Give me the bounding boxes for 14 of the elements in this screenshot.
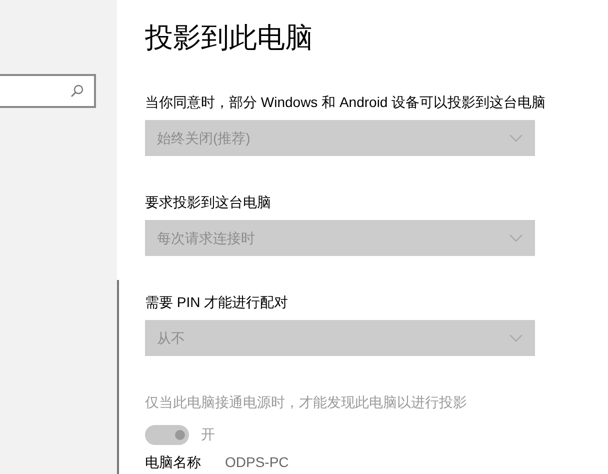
chevron-down-icon — [509, 134, 523, 142]
search-icon — [70, 84, 84, 98]
chevron-down-icon — [509, 334, 523, 342]
pc-name-label: 电脑名称 — [145, 453, 201, 471]
setting-label: 需要 PIN 才能进行配对 — [145, 293, 290, 312]
search-field[interactable] — [0, 74, 96, 108]
setting-label: 仅当此电脑接通电源时，才能发现此电脑以进行投影 — [145, 393, 468, 412]
pc-name-value: ODPS-PC — [225, 453, 289, 471]
setting-label: 要求投影到这台电脑 — [145, 193, 272, 212]
page-title: 投影到此电脑 — [145, 21, 314, 55]
chevron-down-icon — [509, 234, 523, 242]
toggle-state: 开 — [201, 425, 215, 444]
scrollbar[interactable] — [117, 280, 119, 474]
setting-label: 当你同意时，部分 Windows 和 Android 设备可以投影到这台电脑 — [145, 93, 546, 112]
